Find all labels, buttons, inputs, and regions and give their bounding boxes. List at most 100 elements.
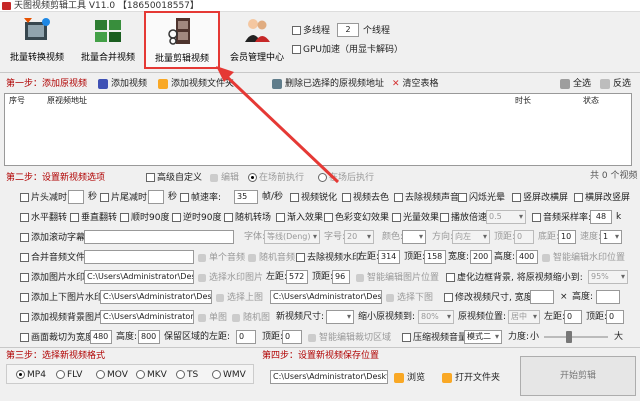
volume-slider-thumb[interactable] [566,331,572,343]
scroll-text-option[interactable]: 添加滚动字幕: [20,232,88,244]
wm-left-input[interactable]: 314 [378,250,400,264]
wm-height-input[interactable]: 400 [516,250,538,264]
choose-wm-button[interactable]: 选择水印图片 [198,272,263,284]
before-cut-option[interactable]: 在场前执行 [248,172,304,184]
bottom-input[interactable]: 10 [558,230,576,244]
format-mp4-radio[interactable] [16,370,25,379]
after-cut-option[interactable]: 在场后执行 [318,172,374,184]
sample-checkbox[interactable] [532,213,541,222]
crop-width-input[interactable]: 480 [90,330,112,344]
hflip-option[interactable]: 水平翻转 [20,212,67,224]
format-ts-radio[interactable] [176,370,185,379]
crop-smart-button[interactable]: 智能编辑裁切区域 [308,332,391,344]
single-image-option[interactable]: 单图 [198,312,227,324]
batch-cut-button[interactable]: 批量剪辑视频 [144,11,220,69]
rot90-checkbox[interactable] [120,213,129,222]
add-video-button[interactable]: 添加视频 [98,78,147,90]
batch-merge-button[interactable]: 批量合并视频 [74,12,142,68]
top-bottom-option[interactable]: 添加上下图片水印: [20,292,106,304]
shrink-select[interactable]: 80% [418,310,454,324]
open-folder-button[interactable]: 打开文件夹 [442,372,500,384]
format-mkv[interactable]: MKV [136,369,167,381]
vflip-checkbox[interactable] [70,213,79,222]
choose-top-button[interactable]: 选择上图 [216,292,263,304]
after-cut-radio[interactable] [318,173,327,182]
video-table[interactable]: 序号 原视频地址 时长 状态 [4,93,632,166]
fps-checkbox[interactable] [180,193,189,202]
head-cut-input[interactable] [68,190,84,204]
blink-checkbox[interactable] [458,193,467,202]
advanced-option[interactable]: 高级自定义 [146,172,202,184]
light-checkbox[interactable] [392,213,401,222]
tail-cut-option[interactable]: 片尾减时: [100,192,150,204]
keep-top-input[interactable]: 0 [282,330,302,344]
member-center-button[interactable]: 会员管理中心 [226,12,288,68]
volume-slider-track[interactable] [544,336,608,338]
font-select[interactable]: 等线(Deng) [264,230,320,244]
gpu-option[interactable]: GPU加速（用显卡解码） [292,44,403,56]
keep-left-input[interactable]: 0 [236,330,256,344]
top-bottom-checkbox[interactable] [20,293,29,302]
tail-cut-checkbox[interactable] [100,193,109,202]
top-image-path[interactable]: C:\Users\Administrator\Desktop\ [100,290,212,304]
bg-image-path[interactable]: C:\Users\Administrator\Desktop\ [100,310,194,324]
color-shift-checkbox[interactable] [324,213,333,222]
sample-input[interactable]: 48 [590,210,612,224]
compress-option[interactable]: 压缩视频音量 [402,332,467,344]
horizontal-checkbox[interactable] [574,193,583,202]
rot-ccw-checkbox[interactable] [172,213,181,222]
bg-image-option[interactable]: 添加视频背景图片: [20,312,106,324]
format-mkv-radio[interactable] [136,370,145,379]
hflip-checkbox[interactable] [20,213,29,222]
scroll-text-checkbox[interactable] [20,233,29,242]
vflip-option[interactable]: 垂直翻转 [70,212,117,224]
save-path-input[interactable]: C:\Users\Administrator\Desktop [270,370,388,384]
rot90-option[interactable]: 顺时90度 [120,212,169,224]
edit-button[interactable]: 编辑 [210,172,239,184]
image-wm-path[interactable]: C:\Users\Administrator\Desktop\BBD\g [84,270,194,284]
bg-image-checkbox[interactable] [20,313,29,322]
merge-audio-checkbox[interactable] [20,253,29,262]
format-mov[interactable]: MOV [96,369,128,381]
sample-option[interactable]: 音频采样率: [532,212,591,224]
single-audio-option[interactable]: 单个音频 [198,252,245,264]
light-option[interactable]: 光量效果 [392,212,439,224]
before-cut-radio[interactable] [248,173,257,182]
scroll-text-input[interactable] [84,230,234,244]
crop-checkbox[interactable] [20,333,29,342]
blur-select[interactable]: 95% [588,270,628,284]
color-shift-option[interactable]: 色彩变幻效果 [324,212,389,224]
new-size-select[interactable] [326,310,354,324]
merge-audio-option[interactable]: 合并音频文件: [20,252,88,264]
resize-option[interactable]: 修改视频尺寸, 宽度: [444,292,536,304]
random-audio-option[interactable]: 随机音频 [248,252,295,264]
mute-checkbox[interactable] [394,193,403,202]
compress-checkbox[interactable] [402,333,411,342]
thread-count-input[interactable]: 2 [337,23,359,37]
format-wmv-radio[interactable] [212,370,221,379]
resize-width-input[interactable] [530,290,554,304]
speed-option[interactable]: 播放倍速: [440,212,490,224]
decolor-option[interactable]: 视频去色 [342,192,389,204]
bg-top-input[interactable]: 0 [606,310,624,324]
invert-button[interactable]: 反选 [600,78,631,90]
merge-audio-input[interactable] [84,250,194,264]
image-wm-checkbox[interactable] [20,273,29,282]
mute-option[interactable]: 去除视频声音 [394,192,459,204]
format-flv-radio[interactable] [56,370,65,379]
tail-cut-input[interactable] [148,190,164,204]
speed3-select[interactable]: 1 [600,230,622,244]
select-all-button[interactable]: 全选 [560,78,591,90]
sharpen-option[interactable]: 视频锐化 [290,192,337,204]
add-folder-button[interactable]: 添加视频文件夹 [158,78,234,90]
clear-table-button[interactable]: ✕ 清空表格 [392,78,439,90]
size-select[interactable]: 20 [344,230,374,244]
crop-option[interactable]: 画面裁切为宽度: [20,332,97,344]
fade-in-option[interactable]: 渐入效果 [276,212,323,224]
image-wm-option[interactable]: 添加图片水印: [20,272,88,284]
crop-height-input[interactable]: 800 [138,330,160,344]
blur-bg-option[interactable]: 虚化边框背景, 将原视频缩小到: [446,272,583,284]
wm-top-input[interactable]: 158 [424,250,446,264]
resize-height-input[interactable] [596,290,620,304]
advanced-checkbox[interactable] [146,173,155,182]
